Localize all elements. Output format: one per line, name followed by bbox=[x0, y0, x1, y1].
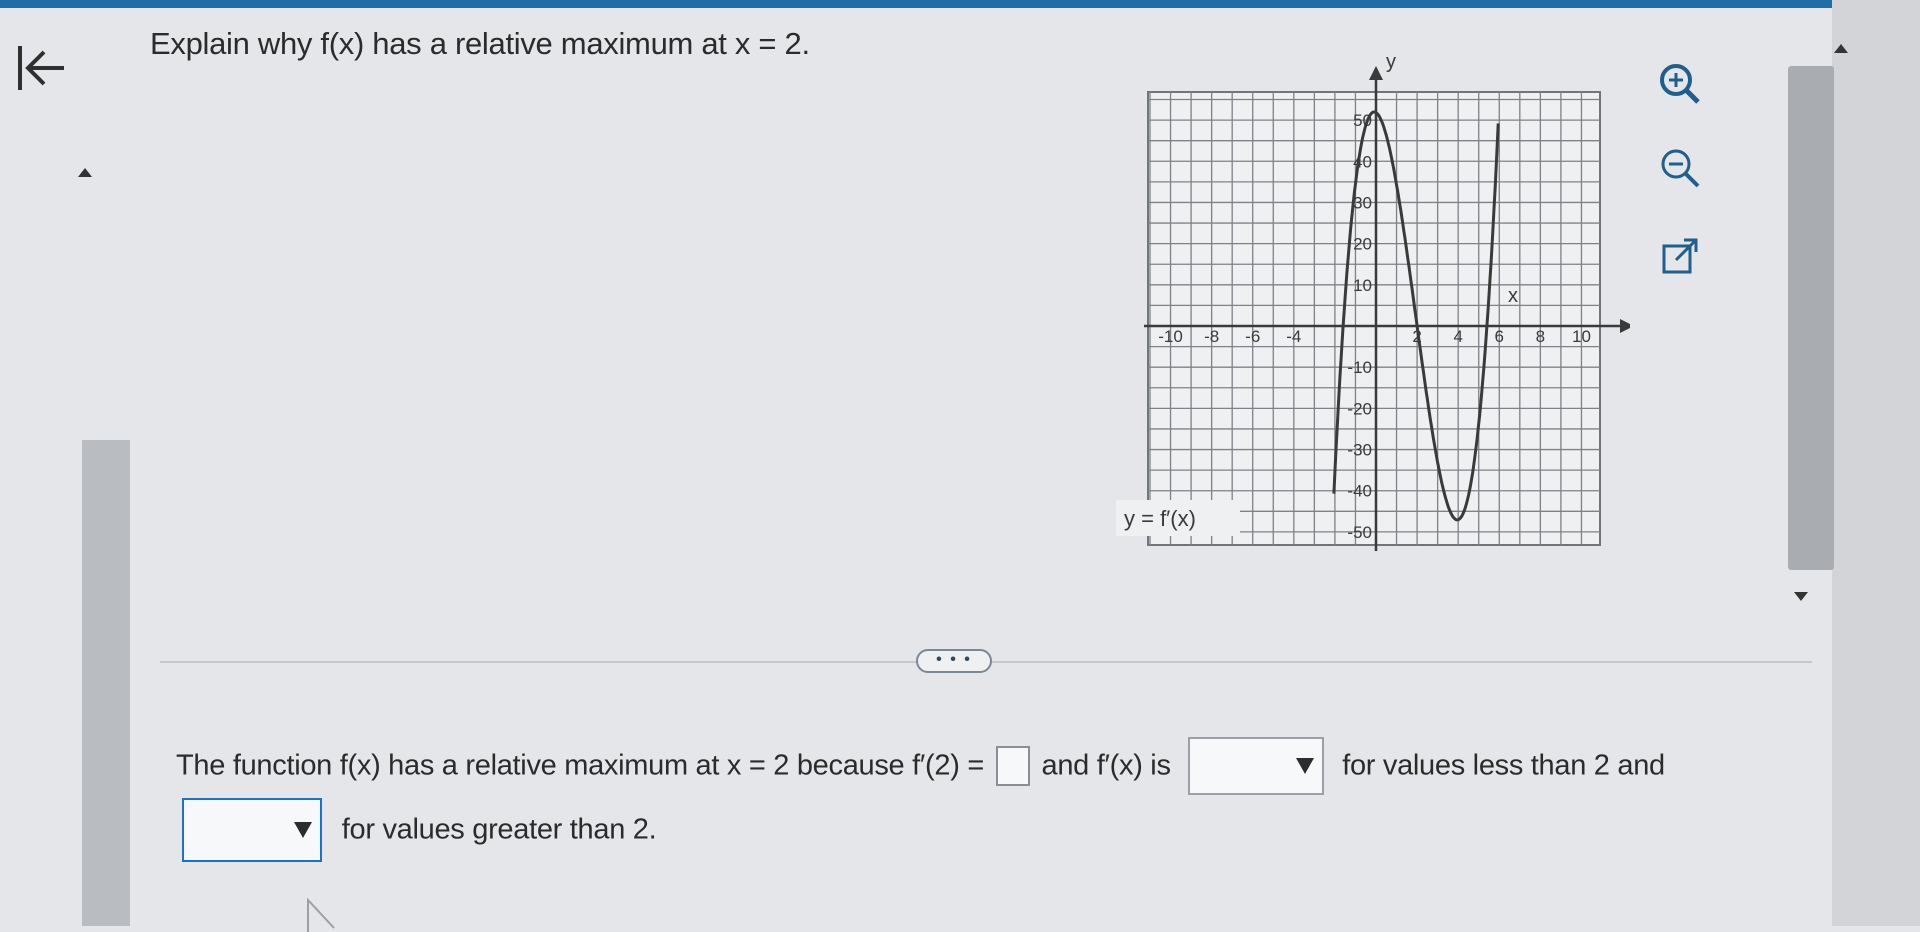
question-text: Explain why f(x) has a relative maximum … bbox=[150, 26, 810, 61]
left-panel-scroll-up-icon[interactable] bbox=[78, 168, 92, 177]
y-tick-label: 30 bbox=[1353, 193, 1372, 212]
x-tick-label: 4 bbox=[1453, 327, 1462, 346]
dropdown-triangle-icon bbox=[294, 822, 312, 838]
y-tick-label: -40 bbox=[1347, 482, 1372, 501]
zoom-out-icon[interactable] bbox=[1654, 142, 1706, 194]
y-tick-label: 20 bbox=[1353, 235, 1372, 254]
right-edge-panel bbox=[1832, 0, 1920, 926]
x-tick-label: 6 bbox=[1495, 327, 1504, 346]
dropdown-triangle-icon bbox=[1296, 758, 1315, 774]
answer-line-2: for values greater than 2. bbox=[176, 798, 657, 862]
y-tick-label: 40 bbox=[1353, 152, 1372, 171]
answer-text-part3: for values less than 2 and bbox=[1342, 749, 1665, 782]
more-options-button[interactable]: • • • bbox=[916, 649, 992, 673]
x-tick-label: -10 bbox=[1158, 327, 1183, 346]
x-axis-label: x bbox=[1508, 285, 1518, 307]
left-scrollbar[interactable] bbox=[82, 440, 130, 926]
x-tick-label: 10 bbox=[1572, 327, 1591, 346]
y-tick-label: -10 bbox=[1347, 358, 1372, 377]
f-prime-2-answer-box[interactable] bbox=[995, 746, 1030, 786]
y-tick-label: -50 bbox=[1347, 523, 1372, 542]
mouse-pointer-icon bbox=[307, 898, 335, 932]
sign-dropdown-greater-than-2[interactable] bbox=[182, 798, 322, 862]
y-tick-label: -20 bbox=[1347, 399, 1372, 418]
y-axis-label: y bbox=[1386, 51, 1396, 73]
x-tick-label: 8 bbox=[1536, 327, 1545, 346]
answer-line-1: The function f(x) has a relative maximum… bbox=[176, 737, 1665, 795]
answer-text-part4: for values greater than 2. bbox=[341, 813, 657, 846]
x-tick-label: -8 bbox=[1204, 327, 1219, 346]
sign-dropdown-less-than-2[interactable] bbox=[1188, 737, 1325, 795]
y-tick-label: -30 bbox=[1347, 441, 1372, 460]
back-to-start-icon[interactable] bbox=[12, 38, 68, 98]
curve-label: y = f′(x) bbox=[1124, 506, 1196, 531]
answer-text-part1: The function f(x) has a relative maximum… bbox=[176, 749, 984, 782]
x-tick-label: -4 bbox=[1286, 327, 1301, 346]
answer-text-part2: and f′(x) is bbox=[1041, 749, 1171, 782]
graph-grid bbox=[1147, 91, 1601, 546]
right-scroll-down-icon[interactable] bbox=[1794, 592, 1808, 601]
right-scrollbar-thumb[interactable] bbox=[1788, 66, 1834, 570]
x-tick-label: -6 bbox=[1245, 327, 1260, 346]
zoom-in-icon[interactable] bbox=[1654, 58, 1706, 110]
y-tick-label: 10 bbox=[1353, 276, 1372, 295]
top-accent-bar bbox=[0, 0, 1920, 8]
right-scroll-up-icon[interactable] bbox=[1834, 44, 1848, 53]
derivative-graph: -10 -8 -6 -4 2 4 6 8 105040302010-10-20-30-40-50… bbox=[1116, 51, 1630, 551]
popout-icon[interactable] bbox=[1654, 232, 1706, 284]
